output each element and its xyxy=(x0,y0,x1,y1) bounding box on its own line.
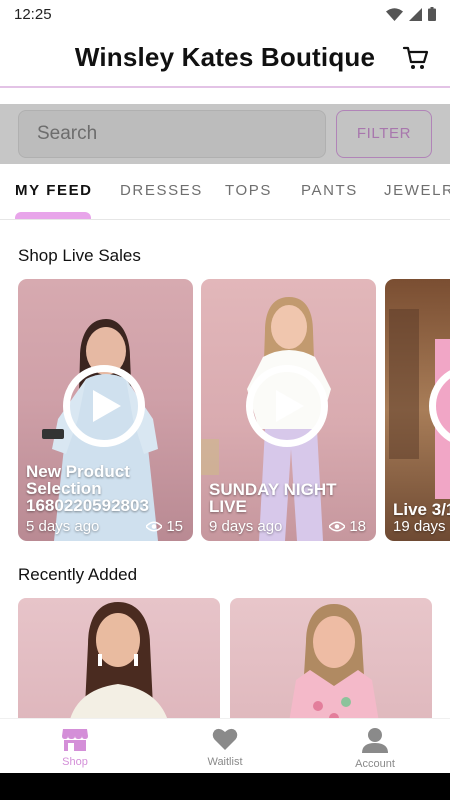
view-count-value: 15 xyxy=(166,518,183,535)
system-navigation-bar xyxy=(0,773,450,800)
status-time: 12:25 xyxy=(14,5,52,23)
play-button[interactable] xyxy=(63,365,145,447)
search-input[interactable]: Search xyxy=(18,110,326,158)
view-count: 15 xyxy=(146,518,183,535)
tab-tops[interactable]: TOPS xyxy=(225,182,272,199)
play-icon xyxy=(93,390,121,422)
status-icons xyxy=(386,7,436,21)
live-sale-title: SUNDAY NIGHT LIVE xyxy=(209,480,337,516)
product-image xyxy=(68,602,170,728)
page-title: Winsley Kates Boutique xyxy=(74,42,376,72)
section-title-live: Shop Live Sales xyxy=(18,246,141,265)
live-sale-card[interactable]: Live 3/1 19 days xyxy=(385,279,450,541)
tab-pants[interactable]: PANTS xyxy=(301,182,358,199)
product-card[interactable] xyxy=(230,598,432,728)
play-icon xyxy=(276,390,304,422)
cart-icon[interactable] xyxy=(402,44,430,72)
product-image xyxy=(288,604,380,728)
eye-icon xyxy=(329,521,346,532)
nav-account-label: Account xyxy=(355,758,395,770)
search-bar: Search FILTER xyxy=(0,104,450,164)
live-sale-time: 19 days xyxy=(393,518,446,535)
app-header: Winsley Kates Boutique xyxy=(0,28,450,88)
live-sale-title: New Product Selection 1680220592803 xyxy=(26,462,149,515)
view-count-value: 18 xyxy=(349,518,366,535)
live-sale-title: Live 3/1 xyxy=(393,500,450,519)
live-sale-time: 5 days ago xyxy=(26,518,100,535)
nav-account[interactable]: Account xyxy=(325,727,425,770)
eye-icon xyxy=(146,521,163,532)
status-bar: 12:25 xyxy=(0,0,450,28)
section-title-recent: Recently Added xyxy=(18,565,138,584)
nav-shop-label: Shop xyxy=(62,756,88,768)
live-sale-card[interactable]: SUNDAY NIGHT LIVE 9 days ago 18 xyxy=(201,279,376,541)
heart-icon xyxy=(212,728,238,750)
bottom-nav: Shop Waitlist Account xyxy=(0,718,450,774)
live-sale-time: 9 days ago xyxy=(209,518,283,535)
nav-waitlist[interactable]: Waitlist xyxy=(175,727,275,768)
store-icon xyxy=(62,729,88,751)
nav-waitlist-label: Waitlist xyxy=(207,756,243,768)
nav-shop[interactable]: Shop xyxy=(25,727,125,768)
tab-my-feed[interactable]: MY FEED xyxy=(15,182,93,199)
live-sale-card[interactable]: New Product Selection 1680220592803 5 da… xyxy=(18,279,193,541)
wifi-icon xyxy=(386,7,403,21)
play-button[interactable] xyxy=(246,365,328,447)
battery-icon xyxy=(428,7,436,21)
product-card[interactable] xyxy=(18,598,220,728)
filter-button[interactable]: FILTER xyxy=(336,110,432,158)
active-tab-indicator xyxy=(15,212,91,219)
person-icon xyxy=(362,728,388,753)
tab-dresses[interactable]: DRESSES xyxy=(120,182,203,199)
signal-icon xyxy=(409,7,422,21)
view-count: 18 xyxy=(329,518,366,535)
tab-jewelry[interactable]: JEWELR xyxy=(384,182,450,199)
category-tabs: MY FEED DRESSES TOPS PANTS JEWELR xyxy=(0,164,450,220)
